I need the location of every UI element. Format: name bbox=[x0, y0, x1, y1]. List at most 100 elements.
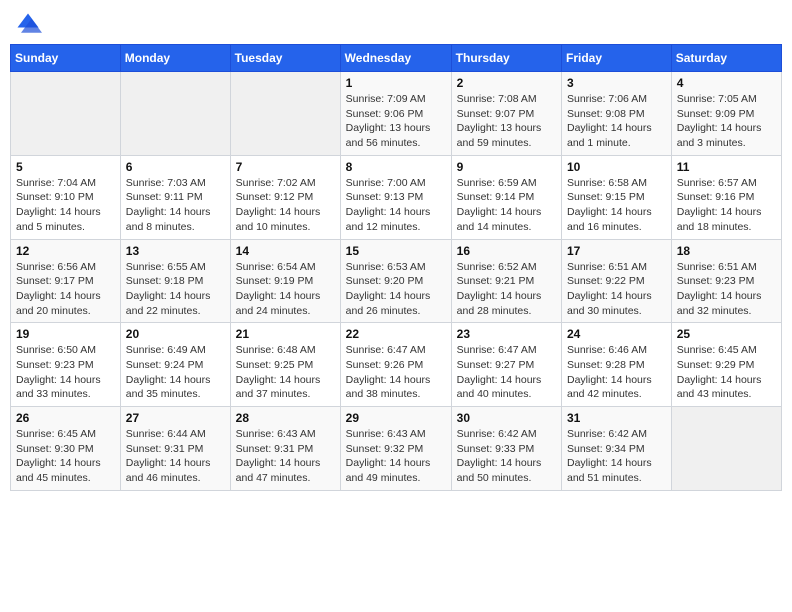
cell-info: Sunrise: 6:46 AM Sunset: 9:28 PM Dayligh… bbox=[567, 343, 666, 402]
calendar-cell: 7 Sunrise: 7:02 AM Sunset: 9:12 PM Daylig… bbox=[230, 155, 340, 239]
calendar-cell: 13 Sunrise: 6:55 AM Sunset: 9:18 PM Dayli… bbox=[120, 239, 230, 323]
calendar-cell: 26 Sunrise: 6:45 AM Sunset: 9:30 PM Dayli… bbox=[11, 407, 121, 491]
cell-info: Sunrise: 7:02 AM Sunset: 9:12 PM Dayligh… bbox=[236, 176, 335, 235]
cell-info: Sunrise: 6:49 AM Sunset: 9:24 PM Dayligh… bbox=[126, 343, 225, 402]
calendar-cell: 19 Sunrise: 6:50 AM Sunset: 9:23 PM Dayli… bbox=[11, 323, 121, 407]
day-number: 7 bbox=[236, 160, 335, 174]
calendar-cell bbox=[671, 407, 781, 491]
calendar-cell: 11 Sunrise: 6:57 AM Sunset: 9:16 PM Dayli… bbox=[671, 155, 781, 239]
day-number: 11 bbox=[677, 160, 776, 174]
cell-info: Sunrise: 6:48 AM Sunset: 9:25 PM Dayligh… bbox=[236, 343, 335, 402]
calendar-cell: 5Sunrise: 7:04 AM Sunset: 9:10 PM Daylig… bbox=[11, 155, 121, 239]
cell-info: Sunrise: 6:59 AM Sunset: 9:14 PM Dayligh… bbox=[457, 176, 556, 235]
cell-info: Sunrise: 6:42 AM Sunset: 9:33 PM Dayligh… bbox=[457, 427, 556, 486]
day-number: 9 bbox=[457, 160, 556, 174]
cell-info: Sunrise: 6:58 AM Sunset: 9:15 PM Dayligh… bbox=[567, 176, 666, 235]
calendar-cell: 4 Sunrise: 7:05 AM Sunset: 9:09 PM Daylig… bbox=[671, 72, 781, 156]
calendar-cell: 31 Sunrise: 6:42 AM Sunset: 9:34 PM Dayli… bbox=[562, 407, 672, 491]
cell-info: Sunrise: 6:52 AM Sunset: 9:21 PM Dayligh… bbox=[457, 260, 556, 319]
calendar-cell: 6 Sunrise: 7:03 AM Sunset: 9:11 PM Daylig… bbox=[120, 155, 230, 239]
logo bbox=[14, 10, 46, 38]
calendar-cell: 3 Sunrise: 7:06 AM Sunset: 9:08 PM Daylig… bbox=[562, 72, 672, 156]
day-number: 17 bbox=[567, 244, 666, 258]
cell-info: Sunrise: 7:05 AM Sunset: 9:09 PM Dayligh… bbox=[677, 92, 776, 151]
day-number: 24 bbox=[567, 327, 666, 341]
page-header bbox=[10, 10, 782, 38]
day-number: 4 bbox=[677, 76, 776, 90]
calendar-header-row: SundayMondayTuesdayWednesdayThursdayFrid… bbox=[11, 45, 782, 72]
calendar-cell: 9 Sunrise: 6:59 AM Sunset: 9:14 PM Daylig… bbox=[451, 155, 561, 239]
calendar-week-row: 12 Sunrise: 6:56 AM Sunset: 9:17 PM Dayli… bbox=[11, 239, 782, 323]
cell-info: Sunrise: 6:55 AM Sunset: 9:18 PM Dayligh… bbox=[126, 260, 225, 319]
cell-info: Sunrise: 6:54 AM Sunset: 9:19 PM Dayligh… bbox=[236, 260, 335, 319]
cell-info: Sunrise: 6:42 AM Sunset: 9:34 PM Dayligh… bbox=[567, 427, 666, 486]
day-number: 19 bbox=[16, 327, 115, 341]
day-number: 26 bbox=[16, 411, 115, 425]
cell-info: Sunrise: 7:08 AM Sunset: 9:07 PM Dayligh… bbox=[457, 92, 556, 151]
cell-info: Sunrise: 6:50 AM Sunset: 9:23 PM Dayligh… bbox=[16, 343, 115, 402]
cell-info: Sunrise: 6:51 AM Sunset: 9:22 PM Dayligh… bbox=[567, 260, 666, 319]
day-number: 16 bbox=[457, 244, 556, 258]
calendar-cell: 12 Sunrise: 6:56 AM Sunset: 9:17 PM Dayli… bbox=[11, 239, 121, 323]
cell-info: Sunrise: 6:45 AM Sunset: 9:29 PM Dayligh… bbox=[677, 343, 776, 402]
cell-info: Sunrise: 6:43 AM Sunset: 9:31 PM Dayligh… bbox=[236, 427, 335, 486]
day-number: 3 bbox=[567, 76, 666, 90]
calendar-cell: 22 Sunrise: 6:47 AM Sunset: 9:26 PM Dayli… bbox=[340, 323, 451, 407]
day-number: 6 bbox=[126, 160, 225, 174]
calendar-table: SundayMondayTuesdayWednesdayThursdayFrid… bbox=[10, 44, 782, 491]
calendar-cell: 23Sunrise: 6:47 AM Sunset: 9:27 PM Dayli… bbox=[451, 323, 561, 407]
calendar-cell bbox=[11, 72, 121, 156]
day-number: 29 bbox=[346, 411, 446, 425]
calendar-week-row: 26 Sunrise: 6:45 AM Sunset: 9:30 PM Dayli… bbox=[11, 407, 782, 491]
calendar-cell: 8 Sunrise: 7:00 AM Sunset: 9:13 PM Daylig… bbox=[340, 155, 451, 239]
cell-info: Sunrise: 7:03 AM Sunset: 9:11 PM Dayligh… bbox=[126, 176, 225, 235]
day-number: 15 bbox=[346, 244, 446, 258]
calendar-cell bbox=[120, 72, 230, 156]
cell-info: Sunrise: 6:44 AM Sunset: 9:31 PM Dayligh… bbox=[126, 427, 225, 486]
calendar-cell: 21 Sunrise: 6:48 AM Sunset: 9:25 PM Dayli… bbox=[230, 323, 340, 407]
day-number: 13 bbox=[126, 244, 225, 258]
calendar-cell: 17 Sunrise: 6:51 AM Sunset: 9:22 PM Dayli… bbox=[562, 239, 672, 323]
calendar-cell: 28 Sunrise: 6:43 AM Sunset: 9:31 PM Dayli… bbox=[230, 407, 340, 491]
calendar-cell: 20 Sunrise: 6:49 AM Sunset: 9:24 PM Dayli… bbox=[120, 323, 230, 407]
day-header-sunday: Sunday bbox=[11, 45, 121, 72]
calendar-cell bbox=[230, 72, 340, 156]
day-number: 2 bbox=[457, 76, 556, 90]
calendar-cell: 2 Sunrise: 7:08 AM Sunset: 9:07 PM Daylig… bbox=[451, 72, 561, 156]
cell-info: Sunrise: 6:53 AM Sunset: 9:20 PM Dayligh… bbox=[346, 260, 446, 319]
cell-info: Sunrise: 7:00 AM Sunset: 9:13 PM Dayligh… bbox=[346, 176, 446, 235]
cell-info: Sunrise: 6:57 AM Sunset: 9:16 PM Dayligh… bbox=[677, 176, 776, 235]
day-number: 12 bbox=[16, 244, 115, 258]
day-number: 23 bbox=[457, 327, 556, 341]
calendar-week-row: 19 Sunrise: 6:50 AM Sunset: 9:23 PM Dayli… bbox=[11, 323, 782, 407]
day-header-thursday: Thursday bbox=[451, 45, 561, 72]
calendar-cell: 16 Sunrise: 6:52 AM Sunset: 9:21 PM Dayli… bbox=[451, 239, 561, 323]
day-number: 28 bbox=[236, 411, 335, 425]
calendar-cell: 27Sunrise: 6:44 AM Sunset: 9:31 PM Dayli… bbox=[120, 407, 230, 491]
calendar-cell: 25Sunrise: 6:45 AM Sunset: 9:29 PM Dayli… bbox=[671, 323, 781, 407]
day-number: 14 bbox=[236, 244, 335, 258]
cell-info: Sunrise: 7:04 AM Sunset: 9:10 PM Dayligh… bbox=[16, 176, 115, 235]
day-number: 20 bbox=[126, 327, 225, 341]
cell-info: Sunrise: 6:45 AM Sunset: 9:30 PM Dayligh… bbox=[16, 427, 115, 486]
day-header-tuesday: Tuesday bbox=[230, 45, 340, 72]
cell-info: Sunrise: 7:06 AM Sunset: 9:08 PM Dayligh… bbox=[567, 92, 666, 151]
day-number: 21 bbox=[236, 327, 335, 341]
day-header-wednesday: Wednesday bbox=[340, 45, 451, 72]
day-number: 8 bbox=[346, 160, 446, 174]
calendar-week-row: 5Sunrise: 7:04 AM Sunset: 9:10 PM Daylig… bbox=[11, 155, 782, 239]
cell-info: Sunrise: 6:56 AM Sunset: 9:17 PM Dayligh… bbox=[16, 260, 115, 319]
day-number: 30 bbox=[457, 411, 556, 425]
day-number: 31 bbox=[567, 411, 666, 425]
cell-info: Sunrise: 6:47 AM Sunset: 9:26 PM Dayligh… bbox=[346, 343, 446, 402]
calendar-week-row: 1Sunrise: 7:09 AM Sunset: 9:06 PM Daylig… bbox=[11, 72, 782, 156]
calendar-cell: 1Sunrise: 7:09 AM Sunset: 9:06 PM Daylig… bbox=[340, 72, 451, 156]
cell-info: Sunrise: 6:51 AM Sunset: 9:23 PM Dayligh… bbox=[677, 260, 776, 319]
day-header-monday: Monday bbox=[120, 45, 230, 72]
day-number: 22 bbox=[346, 327, 446, 341]
cell-info: Sunrise: 7:09 AM Sunset: 9:06 PM Dayligh… bbox=[346, 92, 446, 151]
calendar-cell: 10Sunrise: 6:58 AM Sunset: 9:15 PM Dayli… bbox=[562, 155, 672, 239]
calendar-cell: 18Sunrise: 6:51 AM Sunset: 9:23 PM Dayli… bbox=[671, 239, 781, 323]
day-header-friday: Friday bbox=[562, 45, 672, 72]
calendar-cell: 24 Sunrise: 6:46 AM Sunset: 9:28 PM Dayli… bbox=[562, 323, 672, 407]
